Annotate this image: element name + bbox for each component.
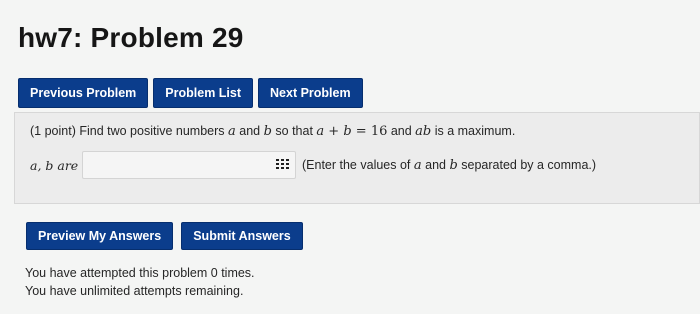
- product-ab: ab: [415, 124, 432, 139]
- attempts-remaining-text: You have unlimited attempts remaining.: [25, 284, 244, 298]
- attempts-count-text: You have attempted this problem 0 times.: [25, 266, 255, 280]
- answer-actions: Preview My Answers Submit Answers: [26, 222, 303, 250]
- answer-row: a, b are (Enter the values of a and b se…: [30, 151, 596, 179]
- equation-lhs: a + b: [316, 124, 352, 139]
- answer-label: a, b are: [30, 157, 79, 173]
- prompt-text-4: and: [387, 124, 416, 138]
- submit-answers-button[interactable]: Submit Answers: [181, 222, 303, 250]
- prompt-text-2: and: [235, 124, 264, 138]
- answer-input-wrapper: [82, 151, 296, 179]
- preview-answers-button[interactable]: Preview My Answers: [26, 222, 174, 250]
- var-a: a: [228, 124, 236, 139]
- previous-problem-button[interactable]: Previous Problem: [18, 78, 149, 108]
- hint-text-3: separated by a comma.): [457, 157, 597, 172]
- prompt-text-1: (1 point) Find two positive numbers: [30, 124, 229, 138]
- hint-var-a: a: [413, 157, 422, 173]
- problem-navigation: Previous Problem Problem List Next Probl…: [18, 78, 363, 108]
- next-problem-button[interactable]: Next Problem: [258, 78, 363, 108]
- hint-text-2: and: [421, 157, 450, 172]
- attempt-status: You have attempted this problem 0 times.…: [25, 264, 255, 300]
- var-b: b: [263, 124, 272, 139]
- problem-panel: (1 point) Find two positive numbers a an…: [14, 112, 700, 204]
- prompt-text-5: is a maximum.: [431, 124, 516, 138]
- prompt-text-3: so that: [271, 124, 317, 138]
- answer-input[interactable]: [82, 151, 296, 179]
- equation-sign: =: [351, 124, 371, 139]
- answer-hint: (Enter the values of a and b separated b…: [302, 158, 596, 173]
- problem-list-button[interactable]: Problem List: [153, 78, 254, 108]
- equation-editor-icon[interactable]: [276, 159, 289, 170]
- page-title: hw7: Problem 29: [18, 22, 244, 53]
- problem-statement: (1 point) Find two positive numbers a an…: [30, 124, 515, 139]
- hint-text-1: (Enter the values of: [302, 157, 414, 172]
- equation-rhs: 16: [370, 124, 388, 139]
- hint-var-b: b: [449, 157, 458, 173]
